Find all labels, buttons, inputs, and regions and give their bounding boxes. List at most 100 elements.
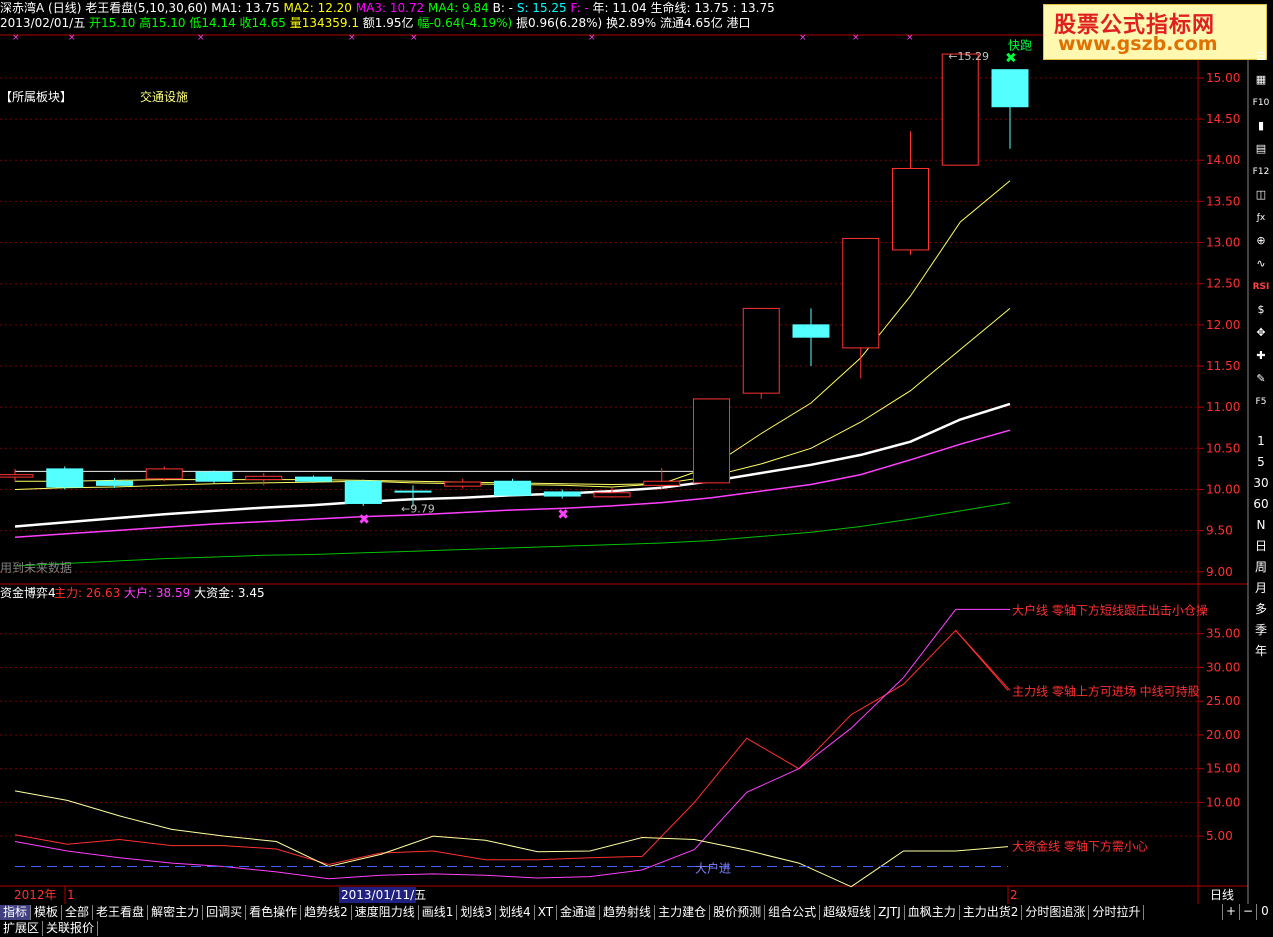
indicator-tab[interactable]: 血枫主力 bbox=[905, 904, 960, 920]
indicator-tab[interactable]: 看色操作 bbox=[246, 904, 302, 920]
period-button[interactable]: 60 bbox=[1251, 495, 1271, 513]
table-icon[interactable]: ▦ bbox=[1251, 71, 1271, 89]
zoom-button[interactable]: 0 bbox=[1256, 904, 1273, 920]
period-button[interactable]: 5 bbox=[1251, 453, 1271, 471]
dollar-icon[interactable]: $ bbox=[1251, 301, 1271, 319]
period-button[interactable]: 30 bbox=[1251, 474, 1271, 492]
indicator-tab[interactable]: 分时图追涨 bbox=[1022, 904, 1090, 920]
price-tick-label: 10.00 bbox=[1206, 482, 1240, 496]
period-label[interactable]: 日线 bbox=[1210, 888, 1234, 902]
chart-canvas[interactable]: 深赤湾A (日线) 老王看盘(5,10,30,60) MA1: 13.75 MA… bbox=[0, 0, 1273, 904]
indicator-tab[interactable]: 回调买 bbox=[203, 904, 247, 920]
pen-icon[interactable]: ✎ bbox=[1251, 370, 1271, 388]
period-button[interactable]: 多 bbox=[1251, 600, 1271, 618]
candle-body bbox=[444, 481, 482, 487]
zoom-button[interactable]: − bbox=[1239, 904, 1256, 920]
indicator-tab[interactable]: 趋势线2 bbox=[301, 904, 352, 920]
period-button[interactable]: 月 bbox=[1251, 579, 1271, 597]
candle-body bbox=[96, 480, 133, 486]
candle-body bbox=[245, 475, 283, 481]
rsi-icon[interactable]: RSI bbox=[1251, 278, 1271, 296]
indicator-tab[interactable]: 解密主力 bbox=[148, 904, 204, 920]
candle-body bbox=[742, 307, 780, 394]
indicator-tick-label: 20.00 bbox=[1206, 728, 1240, 742]
indicator-tab[interactable]: 主力建仓 bbox=[655, 904, 711, 920]
plus-icon[interactable]: ✚ bbox=[1251, 347, 1271, 365]
fx-icon[interactable]: ƒx bbox=[1251, 209, 1271, 227]
status-button[interactable]: 关联报价 bbox=[43, 921, 99, 936]
indicator-tab[interactable]: 指标 bbox=[0, 904, 32, 920]
indicator-tab[interactable]: 画线1 bbox=[419, 904, 458, 920]
zoom-controls: + −0 bbox=[1222, 904, 1273, 920]
indicator-tab[interactable]: 划线4 bbox=[496, 904, 535, 920]
indicator-tab[interactable]: 股价预测 bbox=[710, 904, 766, 920]
indicator-tick-label: 5.00 bbox=[1206, 829, 1233, 843]
candle-body bbox=[295, 476, 332, 482]
price-tick-label: 9.50 bbox=[1206, 524, 1233, 538]
header-field: MA3: 10.72 bbox=[352, 1, 424, 15]
header-field: B: - bbox=[489, 1, 513, 15]
wave-icon[interactable]: ∿ bbox=[1251, 255, 1271, 273]
header-field: MA1: 13.75 bbox=[207, 1, 279, 15]
candle-body bbox=[344, 480, 382, 504]
header-field: 额1.95亿 bbox=[359, 15, 414, 30]
period-button[interactable]: 季 bbox=[1251, 621, 1271, 639]
indicator-tab[interactable]: 划线3 bbox=[457, 904, 497, 920]
future-data-note: 用到未来数据 bbox=[0, 560, 72, 575]
candle-body bbox=[941, 53, 979, 166]
header-field: 幅-0.64(-4.19%) bbox=[414, 15, 513, 30]
period-button[interactable]: 周 bbox=[1251, 558, 1271, 576]
sector-value[interactable]: 交通设施 bbox=[140, 89, 188, 104]
bar-icon[interactable]: ▮ bbox=[1251, 117, 1271, 135]
price-tick-label: 12.00 bbox=[1206, 318, 1240, 332]
header-field: 收14.65 bbox=[236, 16, 286, 30]
period-button[interactable]: N bbox=[1251, 516, 1271, 534]
document-icon[interactable]: ▤ bbox=[1251, 140, 1271, 158]
zoom-icon[interactable]: ⊕ bbox=[1251, 232, 1271, 250]
f12-icon[interactable]: F12 bbox=[1251, 163, 1271, 181]
header-field: MA2: 12.20 bbox=[280, 1, 352, 15]
period-button[interactable]: 年 bbox=[1251, 642, 1271, 660]
header-field: : 13.75 bbox=[729, 1, 775, 15]
zoom-button[interactable]: + bbox=[1222, 904, 1239, 920]
top-marker: × bbox=[906, 33, 914, 43]
candle-body bbox=[792, 324, 830, 338]
status-button[interactable]: 扩展区 bbox=[0, 921, 44, 936]
indicator-tab[interactable]: 模板 bbox=[31, 904, 63, 920]
indicator-title[interactable]: 资金博弈4 bbox=[0, 585, 56, 600]
indicator-tab[interactable]: 超级短线 bbox=[820, 904, 876, 920]
indicator-tab[interactable]: 组合公式 bbox=[765, 904, 821, 920]
indicator-tab[interactable]: 金通道 bbox=[557, 904, 601, 920]
move-icon[interactable]: ✥ bbox=[1251, 324, 1271, 342]
period-button[interactable]: 1 bbox=[1251, 432, 1271, 450]
price-tick-label: 13.50 bbox=[1206, 194, 1240, 208]
list-icon[interactable]: ☰ bbox=[1251, 48, 1271, 66]
header-field: 年: 11.04 bbox=[589, 1, 647, 15]
indicator-tick-label: 10.00 bbox=[1206, 795, 1240, 809]
indicator-tab[interactable]: 趋势射线 bbox=[600, 904, 656, 920]
year-label: 2012年 bbox=[14, 888, 57, 902]
indicator-tab[interactable]: 主力出货2 bbox=[960, 904, 1023, 920]
period-button[interactable]: 日 bbox=[1251, 537, 1271, 555]
top-marker: × bbox=[410, 33, 418, 43]
indicator-tab[interactable]: 分时拉升 bbox=[1089, 904, 1145, 920]
indicator-tab[interactable]: ZJTJ bbox=[875, 904, 905, 920]
header-field: 量134359.1 bbox=[286, 16, 359, 30]
big-capital-note: 大资金线 零轴下方需小心 bbox=[1012, 839, 1148, 854]
price-annotation: ←15.29 bbox=[948, 50, 989, 63]
indicator-tab[interactable]: XT bbox=[535, 904, 558, 920]
price-tick-label: 14.50 bbox=[1206, 112, 1240, 126]
indicator-tab[interactable]: 老王看盘 bbox=[93, 904, 149, 920]
top-marker: × bbox=[348, 33, 356, 43]
indicator-tab[interactable]: 全部 bbox=[62, 904, 94, 920]
f5-icon[interactable]: F5 bbox=[1251, 393, 1271, 411]
f10-icon[interactable]: F10 bbox=[1251, 94, 1271, 112]
indicator-tab[interactable]: 速度阻力线 bbox=[352, 904, 419, 920]
header-field: MA4: 9.84 bbox=[424, 1, 489, 15]
price-tick-label: 9.00 bbox=[1206, 565, 1233, 579]
candle-body bbox=[394, 490, 432, 493]
chart-icon[interactable]: ◫ bbox=[1251, 186, 1271, 204]
da-hu-note: 大户线 零轴下方短线跟庄出击小仓操 bbox=[1012, 602, 1208, 617]
candle-body bbox=[892, 167, 929, 251]
top-marker: × bbox=[197, 33, 205, 43]
